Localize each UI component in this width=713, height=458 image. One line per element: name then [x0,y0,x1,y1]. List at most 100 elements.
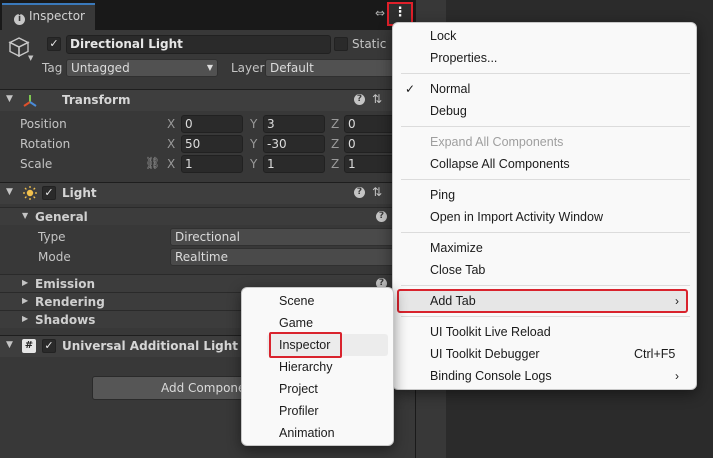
rendering-title: Rendering [35,295,105,309]
submenu-item-hierarchy[interactable]: Hierarchy [279,360,333,374]
transform-component-header[interactable]: ▼ Transform ? ⇅ [0,89,415,111]
icon-dropdown-caret-icon[interactable]: ▼ [28,54,33,62]
maximize-icon[interactable]: ⇔ [375,6,385,20]
submenu-item-scene[interactable]: Scene [279,294,314,308]
tab-inspector-label: Inspector [29,9,85,23]
object-name-field[interactable]: Directional Light [66,35,331,54]
menu-item-properties[interactable]: Properties... [430,51,497,65]
light-enabled-checkbox[interactable]: ✓ [42,186,56,200]
submenu-item-game[interactable]: Game [279,316,313,330]
submenu-arrow-icon: › [675,369,679,383]
menu-separator [401,285,690,286]
help-icon[interactable]: ? [376,211,387,222]
layer-label: Layer [231,61,265,75]
rotation-y-field[interactable]: -30 [263,135,325,153]
shadows-title: Shadows [35,313,96,327]
general-title: General [35,210,88,224]
mode-row: Mode Realtime [0,247,415,267]
info-icon: i [14,14,25,25]
mode-label: Mode [38,250,71,264]
z-axis-label: Z [331,137,340,151]
submenu-item-inspector[interactable]: Inspector [279,338,330,352]
tag-dropdown[interactable]: Untagged ▼ [66,59,218,77]
script-hash-icon: # [22,339,36,353]
menu-item-add-tab[interactable]: Add Tab [430,294,476,308]
tag-value: Untagged [71,61,130,75]
menu-item-lock[interactable]: Lock [430,29,456,43]
position-y-field[interactable]: 3 [263,115,325,133]
menu-item-normal[interactable]: Normal [430,82,470,96]
fold-arrow-icon[interactable]: ▶ [22,314,28,323]
type-row: Type Directional [0,227,415,247]
menu-item-close-tab[interactable]: Close Tab [430,263,485,277]
menu-item-debug[interactable]: Debug [430,104,467,118]
y-axis-label: Y [250,137,258,151]
general-section-header[interactable]: ▼ General ? [0,207,415,225]
add-tab-submenu: Scene Game Inspector Hierarchy Project P… [241,287,394,446]
context-menu: Lock Properties... ✓ Normal Debug Expand… [392,22,697,390]
checkmark-icon: ✓ [405,82,416,96]
menu-item-maximize[interactable]: Maximize [430,241,483,255]
preset-settings-icon[interactable]: ⇅ [372,185,382,199]
x-axis-label: X [167,157,176,171]
fold-arrow-icon[interactable]: ▶ [22,278,28,287]
menu-separator [401,73,690,74]
static-checkbox[interactable] [334,37,348,51]
menu-separator [401,316,690,317]
rotation-row: Rotation X 50 Y -30 Z 0 [0,134,415,154]
tab-bar: i Inspector ⇔ ⋮ [0,0,415,30]
tag-label: Tag [42,61,63,75]
preset-settings-icon[interactable]: ⇅ [372,92,382,106]
help-icon[interactable]: ? [354,94,365,105]
tab-inspector[interactable]: i Inspector [2,3,95,30]
position-label: Position [20,117,67,131]
gameobject-cube-icon [8,37,30,58]
fold-arrow-icon[interactable]: ▼ [6,187,13,197]
menu-item-expand-all: Expand All Components [430,135,564,149]
transform-title: Transform [62,93,131,107]
additional-light-data-checkbox[interactable]: ✓ [42,339,56,353]
menu-item-binding-console-logs[interactable]: Binding Console Logs [430,369,552,383]
submenu-item-animation[interactable]: Animation [279,426,335,440]
menu-item-collapse-all[interactable]: Collapse All Components [430,157,570,171]
mode-dropdown[interactable]: Realtime [170,248,415,266]
light-title: Light [62,186,97,200]
menu-item-ui-toolkit-live-reload[interactable]: UI Toolkit Live Reload [430,325,551,339]
submenu-item-project[interactable]: Project [279,382,318,396]
help-icon[interactable]: ? [354,187,365,198]
active-checkbox[interactable]: ✓ [47,37,61,51]
x-axis-label: X [167,137,176,151]
type-dropdown[interactable]: Directional [170,228,415,246]
submenu-arrow-icon: › [675,294,679,308]
y-axis-label: Y [250,157,258,171]
scale-x-field[interactable]: 1 [181,155,243,173]
chevron-down-icon: ▼ [206,63,213,72]
submenu-item-profiler[interactable]: Profiler [279,404,319,418]
fold-arrow-icon[interactable]: ▼ [6,94,13,104]
light-component-header[interactable]: ▼ ✓ Light ? ⇅ [0,182,415,204]
position-x-field[interactable]: 0 [181,115,243,133]
menu-separator [401,126,690,127]
menu-item-ui-toolkit-debugger[interactable]: UI Toolkit Debugger [430,347,540,361]
constrain-proportions-link-icon[interactable]: ⛓ [145,156,160,170]
position-row: Position X 0 Y 3 Z 0 [0,114,415,134]
fold-arrow-icon[interactable]: ▶ [22,296,28,305]
scale-y-field[interactable]: 1 [263,155,325,173]
rotation-label: Rotation [20,137,71,151]
rotation-x-field[interactable]: 50 [181,135,243,153]
z-axis-label: Z [331,117,340,131]
fold-arrow-icon[interactable]: ▼ [22,211,28,220]
scale-label: Scale [20,157,53,171]
x-axis-label: X [167,117,176,131]
light-bulb-icon [23,186,37,200]
menu-separator [401,179,690,180]
menu-item-open-import-activity[interactable]: Open in Import Activity Window [430,210,603,224]
menu-item-ping[interactable]: Ping [430,188,455,202]
type-value: Directional [175,230,240,244]
type-label: Type [38,230,66,244]
fold-arrow-icon[interactable]: ▼ [6,340,13,350]
menu-separator [401,232,690,233]
transform-axes-icon [23,95,37,107]
layer-value: Default [270,61,314,75]
scale-row: Scale ⛓ X 1 Y 1 Z 1 [0,154,415,174]
